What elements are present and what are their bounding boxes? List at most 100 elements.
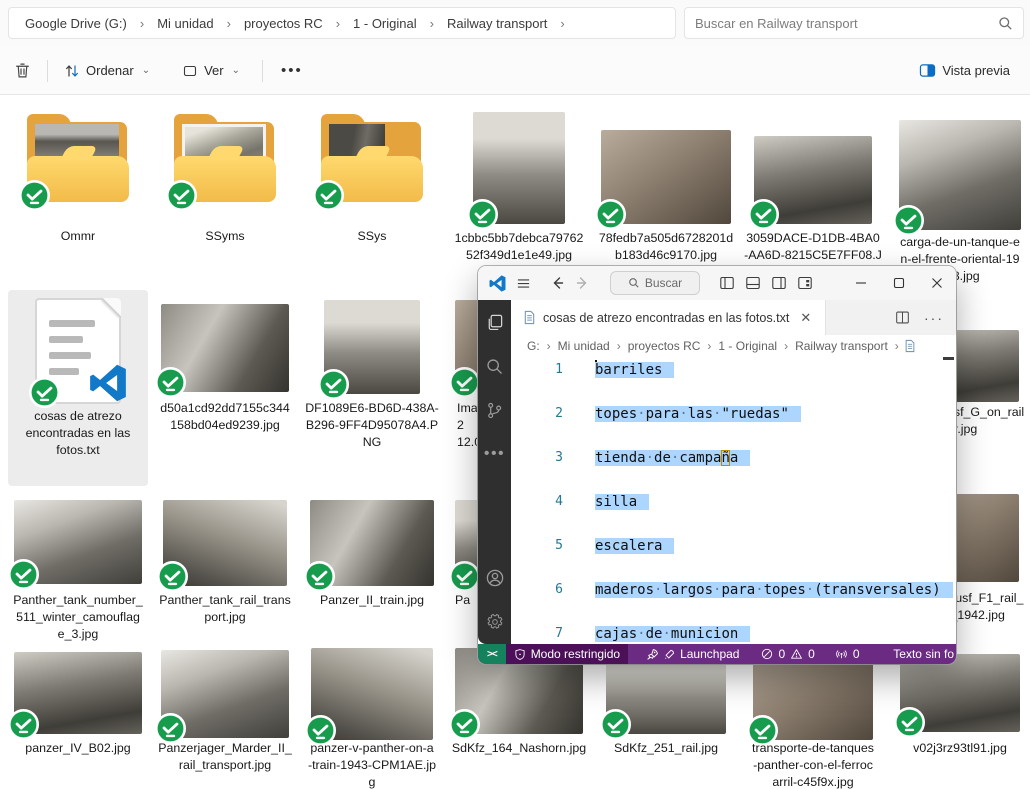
chevron-right-icon[interactable]: › <box>133 16 151 31</box>
chevron-right-icon: › <box>890 339 904 353</box>
restricted-mode-label: Modo restringido <box>531 647 620 661</box>
file-name-line: Ausf_F1_rail_ <box>947 590 1030 607</box>
file-name-line: ar.jpg <box>947 421 1030 438</box>
back-arrow-icon[interactable] <box>544 275 570 291</box>
file-name-line: -train-1943-CPM1AE.jp <box>297 757 447 774</box>
vscode-search-box[interactable]: Buscar <box>610 271 700 295</box>
account-icon[interactable] <box>478 556 511 600</box>
errors-count: 0 <box>778 647 785 661</box>
chevron-right-icon[interactable]: › <box>220 16 238 31</box>
ports-item[interactable]: 0 <box>827 644 868 664</box>
file-name-line: v02j3rz93tl91.jpg <box>885 740 1030 757</box>
more-options-button[interactable]: ••• <box>271 62 313 79</box>
vscode-breadcrumb-segment[interactable]: G: <box>525 339 542 353</box>
breadcrumb[interactable]: Google Drive (G:)›Mi unidad›proyectos RC… <box>8 7 676 39</box>
launchpad-item[interactable]: Launchpad <box>638 644 747 664</box>
delete-button[interactable] <box>6 56 39 85</box>
file-name-line: SSys <box>297 228 447 245</box>
search-icon[interactable] <box>998 16 1013 31</box>
breadcrumb-segment[interactable]: Google Drive (G:) <box>19 12 133 35</box>
editor-pane[interactable]: 1barriles2topes·para·las·"ruedas"3tienda… <box>511 357 956 644</box>
vscode-titlebar[interactable]: Buscar <box>478 266 956 300</box>
tab-title: cosas de atrezo encontradas en las fotos… <box>543 311 789 325</box>
menu-icon[interactable] <box>510 276 536 291</box>
file-name-line: b183d46c9170.jpg <box>591 247 741 264</box>
vscode-breadcrumb-segment[interactable]: 1 - Original <box>716 339 779 353</box>
file-name-line: Panzer_II_train.jpg <box>297 592 447 609</box>
toggle-sidebar-icon[interactable] <box>714 275 740 291</box>
drive-synced-badge <box>157 561 188 592</box>
drive-synced-badge <box>155 367 186 398</box>
code-line: 1barriles <box>511 359 956 381</box>
customize-layout-icon[interactable] <box>792 275 818 291</box>
file-name-label: transporte-de-tanques-panther-con-el-fer… <box>738 740 888 789</box>
breadcrumb-segment[interactable]: 1 - Original <box>347 12 423 35</box>
language-mode-item[interactable]: Texto sin fo <box>893 647 956 661</box>
remote-indicator[interactable]: >< <box>478 644 506 664</box>
view-button[interactable]: Ver ⌄ <box>174 57 248 85</box>
file-name-line: carga-de-un-tanque-e <box>885 234 1030 251</box>
drive-synced-badge <box>304 561 335 592</box>
ports-count: 0 <box>853 647 860 661</box>
vscode-breadcrumb[interactable]: G:›Mi unidad›proyectos RC›1 - Original›R… <box>511 335 956 357</box>
code-line: 3tienda·de·campaña <box>511 447 956 469</box>
chevron-right-icon[interactable]: › <box>329 16 347 31</box>
chevron-right-icon[interactable]: › <box>553 16 571 31</box>
sort-button[interactable]: Ordenar ⌄ <box>56 57 158 85</box>
drive-synced-badge <box>894 707 925 738</box>
code-line: 7cajas·de·municion <box>511 623 956 644</box>
search-input[interactable]: Buscar en Railway transport <box>684 7 1024 39</box>
file-name-label: DF1089E6-BD6D-438A-B296-9FF4D95078A4.PNG <box>297 400 447 451</box>
drive-synced-badge <box>318 369 349 400</box>
split-editor-icon[interactable] <box>895 310 910 325</box>
drive-synced-badge <box>8 709 39 740</box>
file-name-line: 78fedb7a505d6728201d <box>591 230 741 247</box>
settings-gear-icon[interactable] <box>478 600 511 644</box>
drive-synced-badge <box>748 199 779 230</box>
file-name-line: Panzerjager_Marder_II_ <box>150 740 300 757</box>
warnings-count: 0 <box>808 647 815 661</box>
restricted-mode-badge[interactable]: Modo restringido <box>506 644 628 664</box>
vscode-breadcrumb-segment[interactable]: Railway transport <box>793 339 890 353</box>
explorer-view-icon[interactable] <box>478 300 511 344</box>
drive-synced-badge <box>449 709 480 740</box>
drive-synced-badge <box>29 377 60 408</box>
tab-cosas-de-atrezo[interactable]: cosas de atrezo encontradas en las fotos… <box>511 300 826 335</box>
toggle-secondary-sidebar-icon[interactable] <box>766 275 792 291</box>
editor-more-actions-icon[interactable]: ··· <box>924 310 944 326</box>
file-name-label: panzer-v-panther-on-a-train-1943-CPM1AE.… <box>297 740 447 789</box>
toolbar-separator <box>262 60 263 82</box>
file-name-line: usf_G_on_rail <box>947 404 1030 421</box>
close-button[interactable] <box>918 266 956 300</box>
file-name-line: Ommr <box>3 228 153 245</box>
broadcast-icon <box>835 648 848 660</box>
drive-synced-badge <box>595 199 626 230</box>
drive-synced-badge <box>893 205 924 236</box>
vscode-breadcrumb-segment[interactable]: proyectos RC <box>626 339 703 353</box>
forward-arrow-icon[interactable] <box>570 275 596 291</box>
file-name-label: Ommr <box>3 228 153 245</box>
chevron-right-icon[interactable]: › <box>423 16 441 31</box>
search-view-icon[interactable] <box>478 344 511 388</box>
file-name-label: Ausf_F1_rail_t_1942.jpg <box>947 590 1030 624</box>
explorer-address-bar: Google Drive (G:)›Mi unidad›proyectos RC… <box>0 0 1030 48</box>
source-control-icon[interactable] <box>478 388 511 432</box>
file-name-line: DF1089E6-BD6D-438A- <box>297 400 447 417</box>
file-name-line: encontradas en las <box>3 425 153 442</box>
breadcrumb-segment[interactable]: Railway transport <box>441 12 553 35</box>
file-name-line: Panther_tank_rail_trans <box>150 592 300 609</box>
toggle-panel-icon[interactable] <box>740 275 766 291</box>
more-views-icon[interactable]: ••• <box>478 432 511 476</box>
preview-toggle-button[interactable]: Vista previa <box>911 57 1018 84</box>
chevron-right-icon: › <box>542 339 556 353</box>
breadcrumb-segment[interactable]: Mi unidad <box>151 12 219 35</box>
breadcrumb-segment[interactable]: proyectos RC <box>238 12 329 35</box>
vscode-breadcrumb-segment[interactable]: Mi unidad <box>556 339 612 353</box>
problems-item[interactable]: 0 0 <box>753 644 822 664</box>
minimize-button[interactable] <box>842 266 880 300</box>
maximize-button[interactable] <box>880 266 918 300</box>
tab-close-icon[interactable]: ✕ <box>796 308 815 328</box>
vscode-logo-icon <box>484 275 510 292</box>
line-number: 2 <box>511 403 563 425</box>
chevron-down-icon: ⌄ <box>142 65 150 76</box>
